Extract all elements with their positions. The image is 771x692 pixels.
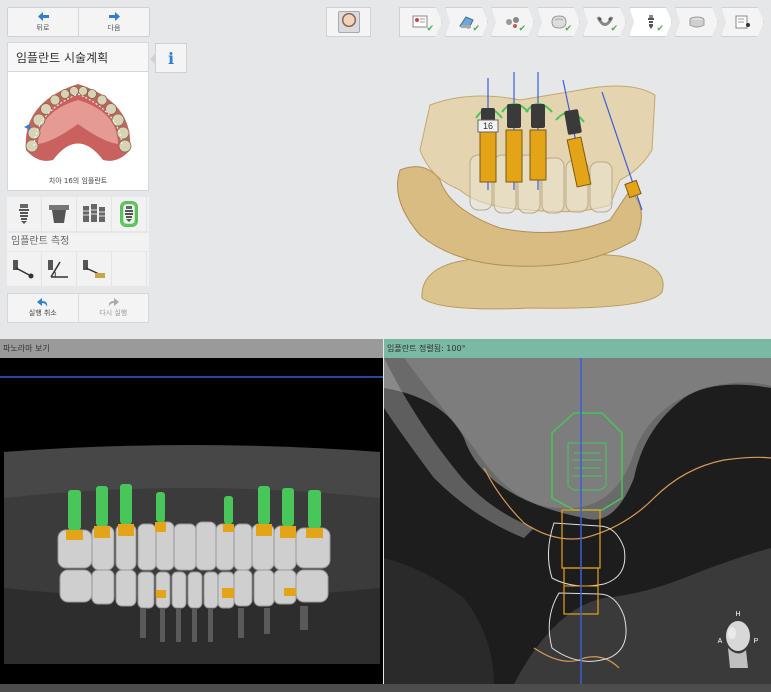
nav-group: 뒤로 다음 <box>7 7 150 37</box>
sleeve-button[interactable] <box>112 197 147 231</box>
step-arch[interactable]: ✔ <box>583 7 626 37</box>
arrow-right-icon <box>108 11 120 21</box>
abutment-icon <box>49 205 69 223</box>
implant-group-3 <box>529 104 547 181</box>
empty-tool-slot <box>112 252 147 286</box>
status-bar <box>0 684 771 692</box>
step-check-icon: ✔ <box>564 24 572 34</box>
implant-set-icon <box>83 204 105 222</box>
abutment-button[interactable] <box>42 197 77 231</box>
step-check-icon: ✔ <box>518 24 526 34</box>
panorama-header: 파노라마 보기 <box>0 339 383 358</box>
orientation-right-label: P <box>754 638 759 645</box>
step-guide[interactable] <box>675 7 718 37</box>
undo-label: 실행 취소 <box>28 309 57 317</box>
info-icon: i <box>167 48 175 68</box>
cross-section-image: H A P <box>384 358 771 684</box>
report-icon <box>735 15 750 29</box>
patient-button[interactable] <box>326 7 371 37</box>
back-label: 뒤로 <box>36 23 50 32</box>
implant-icon <box>19 204 29 224</box>
measure-section-label: 임플란트 측정 <box>7 233 149 251</box>
workflow-steps: ✔ ✔ ✔ ✔ ✔ ✔ <box>399 7 767 37</box>
info-button[interactable]: i <box>150 43 187 73</box>
panorama-image <box>0 358 383 684</box>
history-controls: 실행 취소 다시 실행 <box>7 293 149 323</box>
implant-set-button[interactable] <box>77 197 112 231</box>
step-report[interactable] <box>721 7 764 37</box>
step-implant-plan[interactable]: ✔ <box>629 7 672 37</box>
measure-bone-button[interactable] <box>77 252 112 286</box>
back-button[interactable]: 뒤로 <box>8 8 79 36</box>
arch-thumbnail[interactable]: 치아 16의 임플란트 <box>7 71 149 191</box>
undo-button[interactable]: 실행 취소 <box>8 294 79 322</box>
panel-title: 임플란트 시술계획 <box>8 43 148 72</box>
step-check-icon: ✔ <box>656 24 664 34</box>
thumbnail-caption: 치아 16의 임플란트 <box>48 177 108 185</box>
tooth-tag-label: 16 <box>483 121 493 131</box>
implant-tools <box>7 197 149 231</box>
step-implants[interactable]: ✔ <box>491 7 534 37</box>
maxilla-thumbnail-icon <box>24 84 132 161</box>
panorama-view[interactable]: 파노라마 보기 <box>0 339 383 684</box>
implant-group-2 <box>505 104 523 183</box>
angle-icon <box>48 260 68 278</box>
step-scan[interactable]: ✔ <box>445 7 488 37</box>
implant-library-button[interactable] <box>7 197 42 231</box>
next-label: 다음 <box>107 23 121 32</box>
arrow-left-icon <box>37 11 49 21</box>
redo-icon <box>109 298 120 307</box>
planning-panel: 임플란트 시술계획 <box>7 42 149 72</box>
next-button[interactable]: 다음 <box>79 8 149 36</box>
bone-measure-icon <box>83 260 105 278</box>
undo-icon <box>36 298 47 307</box>
implant-group-1 <box>479 108 497 183</box>
step-check-icon: ✔ <box>472 24 480 34</box>
measure-distance-button[interactable] <box>7 252 42 286</box>
ruler-icon <box>13 260 34 279</box>
cross-section-header: 임플란트 정렬됨: 100° <box>384 339 771 358</box>
orientation-top-label: H <box>735 611 740 618</box>
measure-angle-button[interactable] <box>42 252 77 286</box>
measure-tools <box>7 252 149 286</box>
guide-icon <box>689 16 704 28</box>
orientation-left-label: A <box>718 638 723 645</box>
step-check-icon: ✔ <box>610 24 618 34</box>
sleeve-implant-icon <box>120 201 138 227</box>
step-crown[interactable]: ✔ <box>537 7 580 37</box>
viewport-3d[interactable]: 16 <box>380 60 680 320</box>
redo-label: 다시 실행 <box>99 309 128 317</box>
patient-photo-icon <box>337 11 360 33</box>
cross-section-view[interactable]: 임플란트 정렬됨: 100° H A P <box>384 339 771 684</box>
step-check-icon: ✔ <box>426 24 434 34</box>
redo-button[interactable]: 다시 실행 <box>79 294 149 322</box>
step-prescription[interactable]: ✔ <box>399 7 442 37</box>
